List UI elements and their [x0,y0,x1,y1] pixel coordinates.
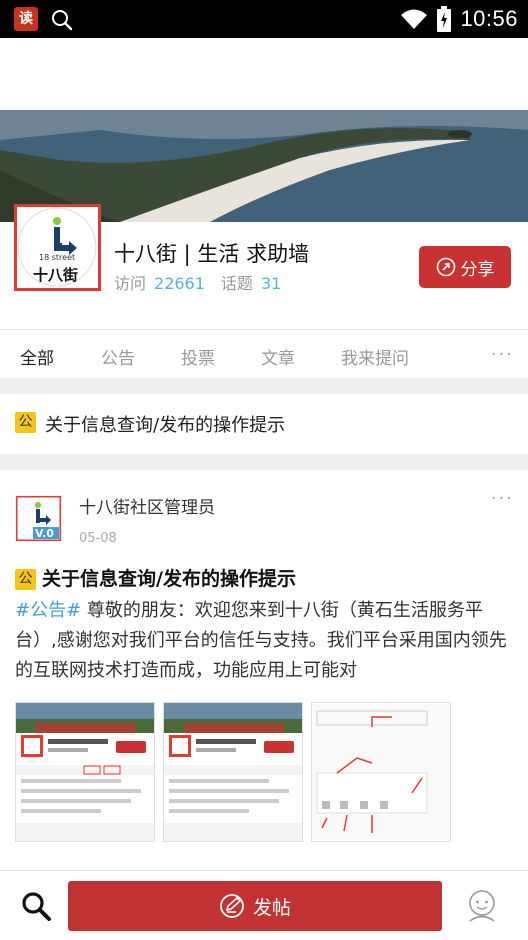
verified-badge: V.0 [35,527,54,540]
community-stats: 访问 22661 话题 31 [114,270,297,294]
post-image-thumbnail[interactable] [311,702,451,842]
new-post-button[interactable]: 发帖 [68,881,442,931]
tab-article[interactable]: 文章 [261,344,295,369]
post-title-row[interactable]: 公关于信息查询/发布的操作提示 [15,564,515,591]
wifi-icon [401,9,428,29]
tab-bar: 全部 公告 投票 文章 我来提问 ··· [0,330,528,378]
profile-icon[interactable] [465,888,499,922]
clock: 10:56 [460,6,518,31]
topics-label: 话题 [220,274,253,293]
post-image-thumbnail[interactable] [15,702,155,842]
community-title: 十八街 | 生活 求助墙 [114,242,310,266]
post-body-text: 尊敬的朋友：欢迎您来到十八街（黄石生活服务平台）,感谢您对我们平台的信任与支持。… [15,600,507,681]
announcement-badge: 公 [15,569,36,590]
post-more-icon[interactable]: ··· [491,488,514,509]
tab-vote[interactable]: 投票 [181,344,215,369]
battery-icon [437,6,452,32]
search-icon [52,10,73,31]
share-icon [436,257,455,277]
topics-count: 31 [260,274,282,293]
avatar[interactable]: V.0 [14,494,63,543]
header-spacer [0,38,528,110]
tab-all[interactable]: 全部 [20,344,54,369]
post-image-thumbnail[interactable] [163,702,303,842]
tab-announcement[interactable]: 公告 [101,344,135,369]
post-images [15,702,515,842]
post-date: 05-08 [79,531,117,546]
logo-small-text: 18 street [39,253,76,262]
share-button[interactable]: 分享 [419,246,511,288]
logo-text: 十八街 [33,266,79,284]
compose-icon [220,894,244,918]
post-author[interactable]: 十八街社区管理员 [79,493,215,518]
post-body[interactable]: #公告# 尊敬的朋友：欢迎您来到十八街（黄石生活服务平台）,感谢您对我们平台的信… [15,596,515,686]
tab-ask-question[interactable]: 我来提问 [341,344,409,369]
visits-count: 22661 [154,274,205,293]
post-title: 关于信息查询/发布的操作提示 [42,568,296,590]
post-hashtag[interactable]: #公告# [15,600,81,621]
status-bar: 读 10:56 [0,0,528,38]
community-logo: 18 street 十八街 [14,204,101,291]
divider [0,454,528,470]
notice-text: 关于信息查询/发布的操作提示 [45,415,286,436]
share-label: 分享 [460,259,495,280]
announcement-badge: 公 [15,412,36,433]
search-icon[interactable] [20,890,52,922]
divider [0,378,528,394]
pinned-notice[interactable]: 公 关于信息查询/发布的操作提示 [0,394,528,454]
bottom-bar: 发帖 [0,870,528,940]
app-notification-icon: 读 [14,7,38,31]
visits-label: 访问 [114,274,147,293]
more-tabs-icon[interactable]: ··· [491,344,514,365]
new-post-label: 发帖 [252,896,291,919]
